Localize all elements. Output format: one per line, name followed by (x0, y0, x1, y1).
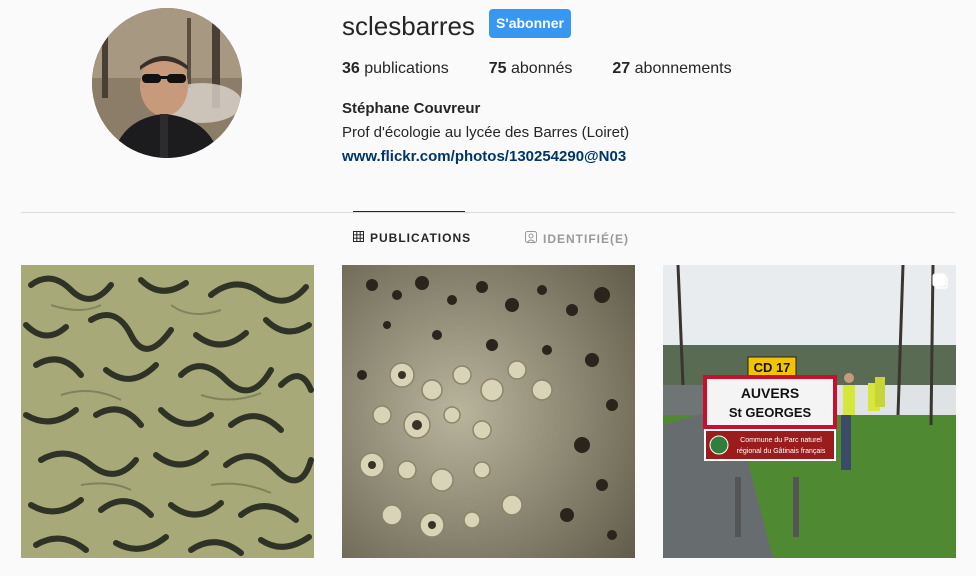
followers-label: abonnés (511, 60, 573, 77)
stat-followers[interactable]: 75 abonnés (489, 60, 573, 78)
sign-route-text: CD 17 (754, 360, 791, 375)
following-count: 27 (612, 60, 631, 77)
profile-stats: 36 publications 75 abonnés 27 abonnement… (342, 60, 772, 78)
profile-username: sclesbarres (342, 11, 475, 41)
post-image-lichen-apothecia (342, 265, 635, 558)
tab-publications-label: PUBLICATIONS (370, 231, 472, 245)
sign-town-line2: St GEORGES (729, 405, 812, 420)
posts-count: 36 (342, 60, 360, 77)
follow-button[interactable]: S'abonner (489, 9, 571, 38)
stat-posts: 36 publications (342, 60, 449, 78)
grid-icon (353, 231, 364, 245)
profile-website-link[interactable]: www.flickr.com/photos/130254290@N03 (342, 148, 626, 165)
tab-publications[interactable]: PUBLICATIONS (353, 231, 471, 245)
tagged-person-icon (525, 231, 537, 246)
sign-town-line1: AUVERS (741, 385, 799, 401)
followers-count: 75 (488, 60, 507, 77)
sign-sub-line2: régional du Gâtinais français (737, 448, 826, 455)
post-image-lichen-ridges (21, 265, 314, 558)
sign-sub-line1: Commune du Parc naturel (740, 437, 822, 444)
posts-label: publications (364, 60, 449, 77)
post-tile-1[interactable] (21, 265, 314, 558)
active-tab-indicator (353, 211, 465, 212)
tab-tagged[interactable]: IDENTIFIÉ(E) (525, 231, 629, 246)
profile-bio: Prof d'écologie au lycée des Barres (Loi… (342, 124, 630, 141)
multiple-photos-icon (932, 273, 948, 289)
tab-tagged-label: IDENTIFIÉ(E) (543, 231, 629, 246)
profile-avatar[interactable] (92, 8, 242, 158)
post-tile-3[interactable]: CD 17 AUVERS St GEORGES Commune du Parc … (663, 265, 956, 558)
tabs-divider (21, 212, 955, 213)
stat-following[interactable]: 27 abonnements (612, 60, 731, 78)
post-tile-2[interactable] (342, 265, 635, 558)
post-image-town-sign: CD 17 AUVERS St GEORGES Commune du Parc … (663, 265, 956, 558)
profile-full-name: Stéphane Couvreur (342, 100, 481, 117)
following-label: abonnements (634, 60, 732, 77)
